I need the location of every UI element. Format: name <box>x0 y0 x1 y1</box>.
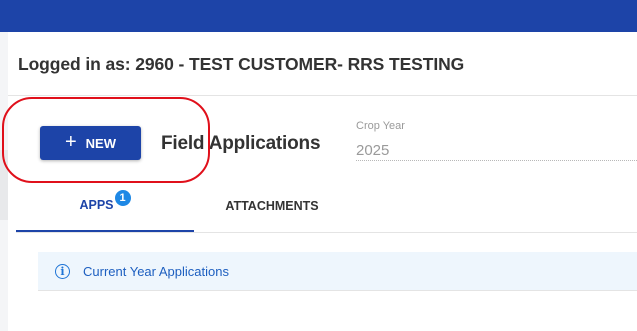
crop-year-value: 2025 <box>356 142 390 159</box>
left-edge-strip <box>0 150 8 220</box>
tab-apps-label: APPS <box>79 198 114 212</box>
info-icon: i <box>55 263 70 279</box>
logged-in-label: Logged in as: 2960 - TEST CUSTOMER- RRS … <box>18 54 465 74</box>
header-divider <box>8 95 637 96</box>
crop-year-label: Crop Year <box>356 120 405 132</box>
main-panel: Logged in as: 2960 - TEST CUSTOMER- RRS … <box>8 32 637 331</box>
crop-year-select[interactable]: Crop Year 2025 <box>356 120 637 161</box>
plus-icon: + <box>64 131 77 153</box>
new-button[interactable]: + NEW <box>40 126 141 160</box>
top-app-bar <box>0 0 637 32</box>
page-title: Field Applications <box>161 133 321 154</box>
section-title: Current Year Applications <box>83 263 229 279</box>
tab-attachments[interactable]: ATTACHMENTS <box>194 180 350 232</box>
tab-apps[interactable]: APPS 1 <box>16 180 194 232</box>
current-year-applications-header[interactable]: i Current Year Applications <box>38 252 637 291</box>
new-button-label: NEW <box>85 135 117 151</box>
tab-attachments-label: ATTACHMENTS <box>225 199 319 213</box>
apps-count-badge: 1 <box>114 190 131 206</box>
tab-bar: APPS 1 ATTACHMENTS <box>16 180 637 233</box>
